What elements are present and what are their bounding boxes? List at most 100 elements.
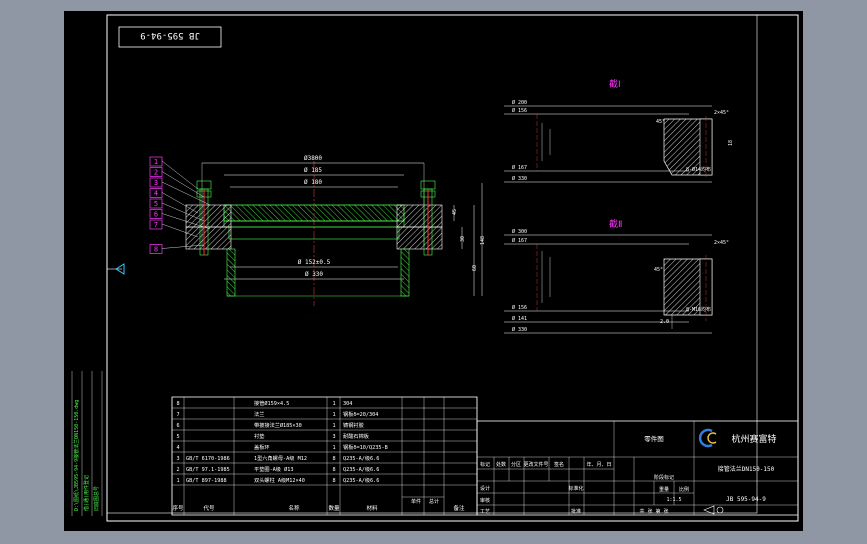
bom-name: 带披接法兰Ø185×30 [254, 421, 302, 429]
bom-mat: 钢板δ=20/304 [343, 410, 378, 418]
dim-side-c: 148 [480, 236, 486, 245]
dim-d185: Ø 185 [304, 167, 322, 174]
bom-h-qty: 数量 [328, 504, 340, 512]
detail-top-view: 截Ⅰ Ø 200 Ø 156 Ø 167 Ø 330 45° 2×45° 18 … [504, 78, 734, 183]
meta-scale: 比例 [679, 486, 689, 493]
bom-no: 3 [176, 456, 179, 462]
bom-h-code: 代号 [203, 504, 215, 512]
std-standard: 标准化 [568, 485, 583, 492]
bom-h-note: 备注 [453, 504, 465, 512]
balloon-3: 3 [149, 177, 211, 206]
side-note-1: 借(通)用件登记 [83, 475, 90, 511]
bom-mat: 钢板δ=10/Q235-B [343, 443, 388, 451]
db-dim-2: Ø 156 [512, 304, 527, 311]
section-label-bottom: 截Ⅱ [609, 218, 622, 230]
dim-side-b: 30 [460, 236, 466, 242]
bom-no: 2 [176, 467, 179, 473]
bom-h-unit: 单件 [411, 498, 421, 505]
dt-dim-0: Ø 200 [512, 99, 527, 106]
balloon-label: 5 [154, 200, 158, 208]
dim-d152: Ø 152±0.5 [298, 259, 331, 266]
bom-row: 3 GB/T 6170-1986 1型六角螺母-A级 M12 8 Q235-A/级6.6 [172, 454, 477, 464]
side-notes: D:\图纸\JB595-94-9接管法兰DN150-150.dwg 借(通)用件… [71, 371, 103, 516]
dim-side-a: 45 [452, 209, 458, 215]
sheet-label: 共 张 第 张 [639, 508, 668, 515]
dt-dim-2: Ø 167 [512, 164, 527, 171]
bom-name: 衬垫 [254, 432, 265, 440]
rev-h-mark: 标记 [480, 461, 490, 468]
role-process: 工艺 [480, 509, 490, 515]
rev-h-doc: 更改文件号 [523, 461, 548, 468]
bom-no: 5 [176, 434, 179, 440]
detail-bottom-view: 截Ⅱ Ø 300 Ø 167 Ø 156 Ø 141 Ø 330 45° 2×4… [504, 218, 729, 334]
rev-h-zone: 分区 [511, 461, 521, 468]
section-label-top: 截Ⅰ [609, 78, 621, 90]
bom-mat: 耐酸石棉板 [343, 432, 370, 440]
balloon-label: 7 [154, 221, 158, 229]
bom-no: 4 [176, 445, 179, 451]
db-chamfer: 2×45° [714, 240, 729, 246]
bom-qty: 8 [332, 467, 335, 473]
balloon-label: 4 [154, 190, 158, 198]
bom-no: 1 [176, 478, 179, 484]
bom-qty: 1 [332, 401, 335, 407]
rev-h-sign: 签名 [554, 461, 564, 468]
role-design: 设计 [480, 485, 490, 492]
assembly-label: 零件图 [644, 434, 664, 443]
title-block: 标记 处数 分区 更改文件号 签名 年、月、日 设计 审核 工艺 标准化 批准 … [476, 420, 799, 516]
db-bolt-note: 8-M16均布 [686, 306, 711, 313]
part-name: 接管法兰DN150-150 [718, 465, 775, 473]
bom-no: 8 [176, 401, 179, 407]
scale-value: 1:1.5 [666, 497, 681, 503]
bom-name: 接管Ø159×4.5 [254, 399, 289, 407]
dim-side-d: 60 [472, 265, 478, 271]
balloon-label: 8 [154, 246, 158, 254]
bom-name: 盖板环 [254, 443, 270, 451]
balloon-label: 1 [154, 158, 158, 166]
bom-h-name: 名称 [288, 504, 300, 512]
bom-code: GB/T 6170-1986 [186, 456, 230, 462]
bom-qty: 8 [332, 456, 335, 462]
balloon-label: 6 [154, 211, 158, 219]
side-file-note: D:\图纸\JB595-94-9接管法兰DN150-150.dwg [73, 400, 80, 511]
bom-mat: Q235-A/级6.6 [343, 476, 379, 484]
bom-mat: Q235-A/级6.6 [343, 454, 379, 462]
dt-dim-3: Ø 330 [512, 175, 527, 182]
dim-d330: Ø 330 [305, 271, 323, 278]
bom-name: 法兰 [254, 410, 264, 418]
bom-qty: 1 [332, 423, 335, 429]
db-offset: 2.0 [660, 319, 669, 325]
bom-qty: 3 [332, 434, 335, 440]
dim-d180: Ø 180 [304, 179, 322, 186]
bom-row: 1 GB/T 897-1988 双头螺柱 A级M12×40 8 Q235-A/级6.6 [172, 476, 477, 486]
meta-stage: 阶段标记 [654, 474, 674, 481]
drawing-number: JB 595-94-9 [726, 496, 766, 503]
db-dim-3: Ø 141 [512, 315, 527, 322]
bom-h-total: 总计 [429, 498, 439, 505]
company-name: 杭州赛富特 [731, 433, 776, 445]
dt-angle: 45° [656, 119, 665, 125]
dt-height: 18 [728, 140, 734, 146]
bom-row: 2 GB/T 97.1-1985 平垫圈-A级 Ø13 8 Q235-A/级6.6 [172, 465, 477, 475]
db-dim-0: Ø 300 [512, 228, 527, 235]
dt-dim-1: Ø 156 [512, 107, 527, 114]
meta-weight: 重量 [659, 486, 669, 493]
bom-qty: 1 [332, 445, 335, 451]
bom-row: 5 衬垫 3 耐酸石棉板 [172, 432, 477, 442]
bom-h-mat: 材料 [366, 504, 378, 512]
bom-mat: Q235-A/级6.6 [343, 465, 379, 473]
balloon-label: 3 [154, 179, 158, 187]
balloon-label: 2 [154, 169, 158, 177]
bom-no: 6 [176, 423, 179, 429]
main-assembly-view: Ø3800 Ø 185 Ø 180 Ø 152±0.5 Ø 330 45 30 … [149, 155, 486, 306]
db-angle: 45° [654, 267, 663, 273]
role-review: 审核 [480, 497, 490, 504]
db-dim-1: Ø 167 [512, 237, 527, 244]
bom-row: 7 法兰 1 钢板δ=20/304 [172, 410, 477, 420]
company-logo-icon [698, 428, 717, 448]
bom-name: 双头螺柱 A级M12×40 [254, 476, 305, 484]
dim-overall-width: Ø3800 [304, 155, 322, 162]
db-dim-4: Ø 330 [512, 326, 527, 333]
dt-bolt-note: 8-Ø14均布 [686, 166, 711, 173]
cad-drawing: JB 595-94-9 D:\图纸\JB595-94-9接管法兰DN150-15… [71, 14, 799, 522]
